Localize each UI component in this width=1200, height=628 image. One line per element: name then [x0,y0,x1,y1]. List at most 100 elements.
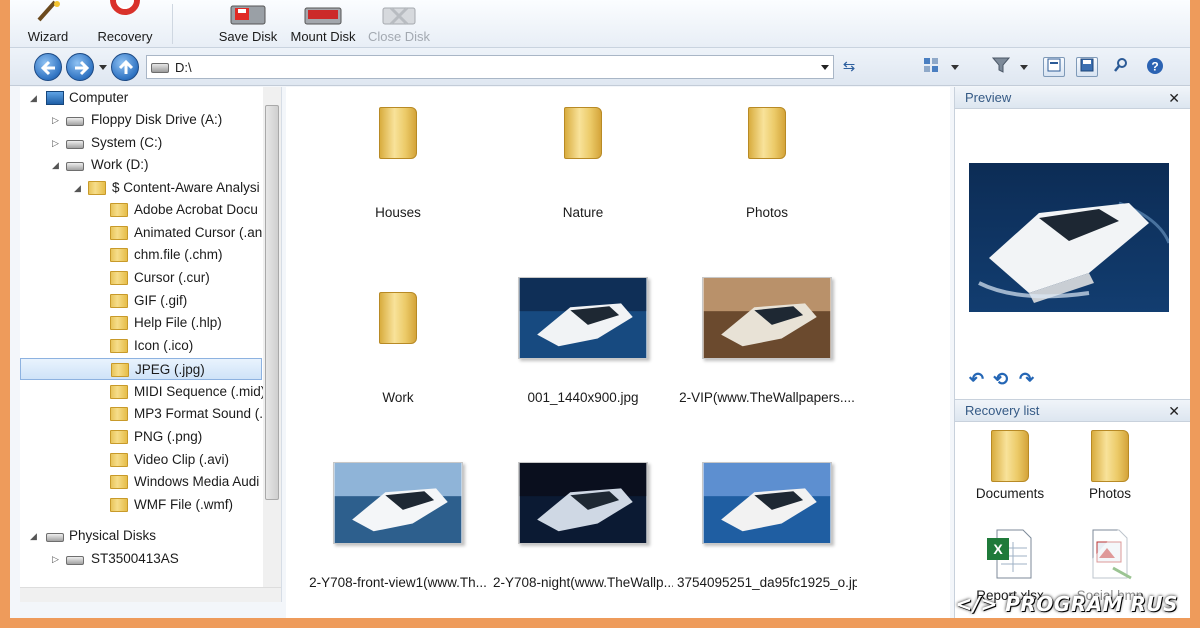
save-disk-icon [230,5,266,25]
tree-item[interactable]: PNG (.png) [20,426,262,448]
tree-item[interactable]: GIF (.gif) [20,290,262,312]
tree-item[interactable]: ◢ Work (D:) [20,154,262,176]
scrollbar-thumb[interactable] [265,105,279,500]
tree-item[interactable]: ◢ Computer [20,87,262,109]
tree-item[interactable]: WMF File (.wmf) [20,494,262,516]
folder-item[interactable]: Houses [308,87,488,267]
refresh-icon[interactable]: ⇆ [838,57,860,77]
search-icon[interactable] [1110,57,1132,77]
folder-icon [110,203,128,217]
tree-item[interactable]: ▷ Floppy Disk Drive (A:) [20,109,262,131]
item-label: Work [382,390,414,405]
tree-item-label: Video Clip (.avi) [134,452,230,467]
image-file-item[interactable]: 3754095251_da95fc1925_o.jpg [677,457,857,618]
folder-tree: ◢ Computer ▷ Floppy Disk Drive (A:) ▷ System … [20,87,282,602]
help-icon[interactable]: ? [1144,57,1166,77]
save-icon[interactable] [1076,57,1098,77]
tree-vertical-scrollbar[interactable] [263,87,281,587]
item-label: Photos [745,205,789,220]
collapse-arrow-icon[interactable]: ◢ [30,525,40,547]
lifebuoy-icon [110,0,140,15]
up-button[interactable] [111,53,139,81]
folder-icon [110,294,128,308]
view-mode-dropdown-icon[interactable] [951,65,959,70]
expand-arrow-icon[interactable]: ▷ [52,132,62,154]
tree-item[interactable]: Icon (.ico) [20,335,262,357]
arrow-left-icon [40,60,55,76]
image-thumbnail [333,462,463,544]
rotate-both-icon[interactable]: ⟲ [993,370,1011,388]
tree-item[interactable]: Help File (.hlp) [20,312,262,334]
tree-item[interactable]: ▷ ST3500413AS [20,548,262,570]
address-field[interactable]: D:\ [146,55,834,79]
folder-item[interactable]: Nature [493,87,673,267]
tree-item-label: Windows Media Audi [134,474,260,489]
view-mode-icon[interactable] [920,57,942,77]
preview-pane-icon[interactable] [1043,57,1065,77]
tree-item[interactable]: Adobe Acrobat Docu [20,199,262,221]
tree-item[interactable]: MIDI Sequence (.mid) [20,381,265,403]
tree-item[interactable]: chm.file (.chm) [20,244,262,266]
back-button[interactable] [34,53,62,81]
forward-button[interactable] [66,53,94,81]
wizard-button[interactable]: Wizard [18,0,78,48]
collapse-arrow-icon[interactable]: ◢ [74,177,84,199]
folder-icon [1091,430,1129,482]
close-icon[interactable]: ✕ [1168,400,1180,422]
close-icon[interactable]: ✕ [1168,87,1180,109]
tree-item[interactable]: JPEG (.jpg) [20,358,262,380]
tree-item[interactable]: Animated Cursor (.an [20,222,262,244]
system-drive-icon [66,140,84,149]
collapse-arrow-icon[interactable]: ◢ [30,87,40,109]
tree-item[interactable]: Video Clip (.avi) [20,449,262,471]
tree-item-label: Physical Disks [69,528,157,543]
mount-disk-button[interactable]: Mount Disk [286,0,360,48]
address-toolbar: D:\ ⇆ ? [10,48,1190,86]
tree-item[interactable]: MP3 Format Sound (. [20,403,263,425]
tree-item[interactable]: ◢ Physical Disks [20,525,262,547]
history-dropdown-icon[interactable] [99,65,107,70]
tree-item-label: Computer [69,90,129,105]
address-dropdown-icon[interactable] [821,65,829,70]
image-file-item[interactable]: 2-VIP(www.TheWallpapers.... [677,272,857,452]
tree-item[interactable]: Windows Media Audi [20,471,262,493]
tree-item[interactable]: Cursor (.cur) [20,267,262,289]
tree-item-label: Floppy Disk Drive (A:) [91,112,223,127]
address-path: D:\ [175,60,192,75]
tree-item-label: System (C:) [91,135,163,150]
image-file-item[interactable]: 2-Y708-front-view1(www.Th... [308,457,488,618]
expand-arrow-icon[interactable]: ▷ [52,109,62,131]
folder-item[interactable]: Work [308,272,488,452]
tree-item-label: Help File (.hlp) [134,315,222,330]
tree-item-label: PNG (.png) [134,429,203,444]
folder-item[interactable]: Photos [677,87,857,267]
excel-file-icon: X [987,529,1032,579]
folder-icon [564,107,602,159]
image-file-item[interactable]: 001_1440x900.jpg [493,272,673,452]
folder-icon [110,475,128,489]
mount-disk-icon [304,7,342,25]
filter-icon[interactable] [990,57,1012,77]
image-thumbnail [518,462,648,544]
rotate-right-icon[interactable]: ↷ [1019,370,1037,388]
filter-dropdown-icon[interactable] [1020,65,1028,70]
image-file-item[interactable]: 2-Y708-night(www.TheWallp... [493,457,673,618]
tree-horizontal-scrollbar[interactable] [20,587,281,602]
tree-item-label: Adobe Acrobat Docu [134,202,258,217]
tree-item[interactable]: ▷ System (C:) [20,132,262,154]
item-label: 2-Y708-night(www.TheWallp... [493,575,673,590]
rotate-left-icon[interactable]: ↶ [969,370,987,388]
tree-item[interactable]: ◢ $ Content-Aware Analysi [20,177,262,199]
drive-icon [151,63,169,73]
recovery-list-pane: Recovery list ✕ Documents Photos X Repor… [954,399,1190,618]
folder-icon [991,430,1029,482]
tree-item-label: $ Content-Aware Analysi [112,180,260,195]
folder-icon [110,226,128,240]
collapse-arrow-icon[interactable]: ◢ [52,154,62,176]
close-disk-button[interactable]: Close Disk [366,0,432,48]
computer-icon [46,91,64,105]
save-disk-button[interactable]: Save Disk [216,0,280,48]
recovery-button[interactable]: Recovery [90,0,160,48]
toolbar: Wizard Recovery Save Disk Mount Disk Clo… [10,0,1190,48]
expand-arrow-icon[interactable]: ▷ [52,548,62,570]
